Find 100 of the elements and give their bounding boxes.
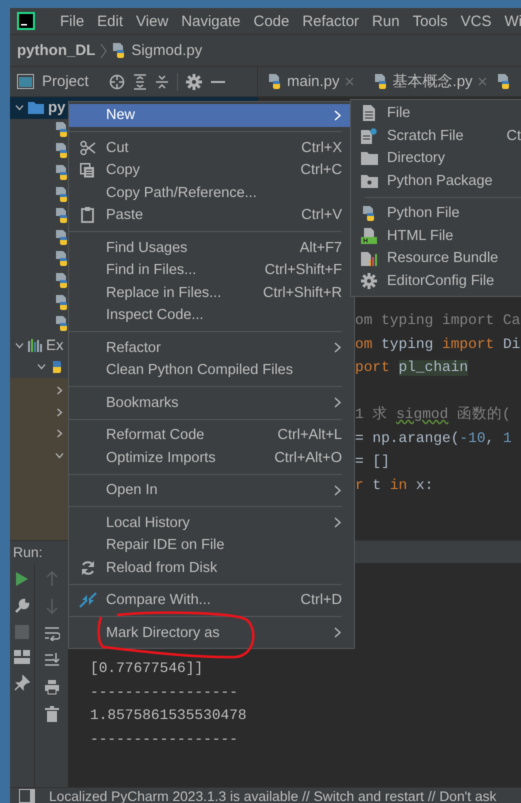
python-file-icon <box>55 273 69 288</box>
menu-item[interactable]: File <box>351 102 521 124</box>
trash-icon[interactable] <box>44 706 58 722</box>
python-file-icon <box>55 251 69 266</box>
menu-item[interactable]: File <box>53 12 90 30</box>
panel-icon <box>17 74 34 89</box>
python-file-icon <box>112 43 126 58</box>
menu-item[interactable]: Code <box>246 12 296 30</box>
folder-icon <box>28 101 44 114</box>
menu-item[interactable]: Copy Ctrl+C <box>69 159 354 182</box>
menu-item[interactable]: Compare With... Ctrl+D <box>69 589 354 612</box>
code-line: om typing import Ca <box>355 312 521 331</box>
python-icon <box>50 360 64 374</box>
file-icon <box>363 105 375 122</box>
copy-icon <box>80 162 95 178</box>
menu-item[interactable]: Cut Ctrl+X <box>69 136 354 159</box>
tree-item[interactable]: Ex <box>46 336 64 354</box>
panel-toggle-icon[interactable] <box>19 789 35 803</box>
menu-item[interactable]: Inspect Code... <box>69 304 354 326</box>
console-line: 1.8575861535530478 <box>90 707 248 726</box>
gear-icon <box>361 272 377 289</box>
menu-item[interactable]: Reformat Code Ctrl+Alt+L <box>69 424 354 446</box>
menu-item[interactable]: Tools <box>406 12 454 30</box>
reload-icon <box>80 560 96 576</box>
wrench-icon[interactable] <box>14 598 30 614</box>
menu-item[interactable]: Find in Files... Ctrl+Shift+F <box>69 259 354 282</box>
print-icon[interactable] <box>44 679 60 695</box>
menu-item[interactable]: Repair IDE on File <box>69 534 354 556</box>
python-file-icon <box>268 74 282 89</box>
menu-item[interactable]: EditorConfig File <box>351 270 521 292</box>
python-file-icon <box>55 316 69 332</box>
python-file-icon <box>55 122 69 137</box>
editor-tab[interactable]: 基本概念.py <box>364 67 497 96</box>
code-line: = [] <box>355 453 391 472</box>
console-line: ----------------- <box>90 684 239 702</box>
pycharm-logo <box>17 12 35 30</box>
collapse-all-icon[interactable] <box>154 74 169 90</box>
tree-item[interactable]: py <box>48 99 66 116</box>
python-file-icon <box>496 74 511 89</box>
panel-title: Run: <box>13 544 43 560</box>
expand-all-icon[interactable] <box>132 74 147 90</box>
console-line: ----------------- <box>90 730 239 750</box>
menu-item[interactable]: Scratch File Ct <box>351 124 521 147</box>
run-icon[interactable] <box>15 571 29 587</box>
menu-item[interactable]: Find Usages Alt+F7 <box>69 236 354 259</box>
menu-item[interactable]: Optimize Imports Ctrl+Alt+O <box>69 446 354 469</box>
menu-item[interactable]: Python Package <box>351 170 521 192</box>
locate-icon[interactable] <box>108 74 125 90</box>
menu-item[interactable]: Local History <box>69 512 354 534</box>
menu-item[interactable]: Directory <box>351 147 521 170</box>
menu-item[interactable]: Clean Python Compiled Files <box>69 359 354 382</box>
menu-item[interactable]: Refactor <box>295 12 366 30</box>
menu-item[interactable]: Refactor <box>69 336 354 359</box>
menu-item[interactable]: HTML File <box>351 224 521 247</box>
menu-item[interactable]: Copy Path/Reference... <box>69 182 354 204</box>
breadcrumb-separator-icon <box>100 42 108 58</box>
menu-item[interactable]: Python File <box>351 202 521 224</box>
package-icon <box>360 174 378 188</box>
editor-tab[interactable]: main.py <box>258 67 364 96</box>
menu-item[interactable]: View <box>129 12 174 30</box>
python-file-icon <box>374 74 388 89</box>
soft-wrap-icon[interactable] <box>44 625 60 641</box>
console-line: [0.77677546]] <box>90 660 204 679</box>
menu-item[interactable]: Run <box>365 12 406 30</box>
menu-item[interactable]: Navigate <box>174 12 246 30</box>
menu-item[interactable]: Resource Bundle <box>351 247 521 270</box>
pin-icon[interactable] <box>14 675 30 691</box>
python-file-icon <box>55 208 69 224</box>
menu-item[interactable]: VCS <box>454 12 498 30</box>
menu-item[interactable]: Open In <box>69 479 354 502</box>
code-line: r t in x: <box>355 476 434 496</box>
folder-icon <box>360 151 378 166</box>
panel-title[interactable]: Project <box>42 73 89 90</box>
clipboard-icon <box>81 207 94 224</box>
python-file-icon <box>55 294 69 310</box>
code-line: 1 求 sigmod 函数的( <box>355 405 512 425</box>
code-line: = np.arange(-10, 1 <box>355 430 513 448</box>
menu-item[interactable]: Bookmarks <box>69 392 354 414</box>
menu-item[interactable]: Reload from Disk <box>69 556 354 579</box>
menu-item[interactable]: Mark Directory as <box>69 622 354 644</box>
compare-arrows-icon <box>78 592 96 608</box>
python-file-icon <box>55 230 69 245</box>
resource-bundle-icon <box>361 250 377 266</box>
code-line: port pl_chain <box>355 359 470 378</box>
breadcrumb-item[interactable]: python_DL <box>17 42 96 59</box>
scissors-icon <box>80 140 96 156</box>
breadcrumb-item[interactable]: Sigmod.py <box>131 42 202 59</box>
menu-item[interactable]: Replace in Files... Ctrl+Shift+R <box>69 282 354 304</box>
html-file-icon <box>361 228 377 244</box>
status-message: Localized PyCharm 2023.1.3 is available // Switch and restart // Don't ask <box>49 788 496 803</box>
python-file-icon <box>55 165 69 180</box>
menu-item[interactable]: Wi <box>497 12 521 30</box>
menu-item[interactable]: Paste Ctrl+V <box>69 204 354 226</box>
scratch-file-icon <box>361 128 377 144</box>
menu-item[interactable]: Edit <box>90 12 130 30</box>
code-line: om typing import Di <box>355 336 521 354</box>
settings-icon[interactable] <box>186 74 202 90</box>
layout-icon[interactable] <box>14 650 30 664</box>
scroll-to-end-icon[interactable] <box>44 652 60 668</box>
library-icon <box>28 338 42 352</box>
